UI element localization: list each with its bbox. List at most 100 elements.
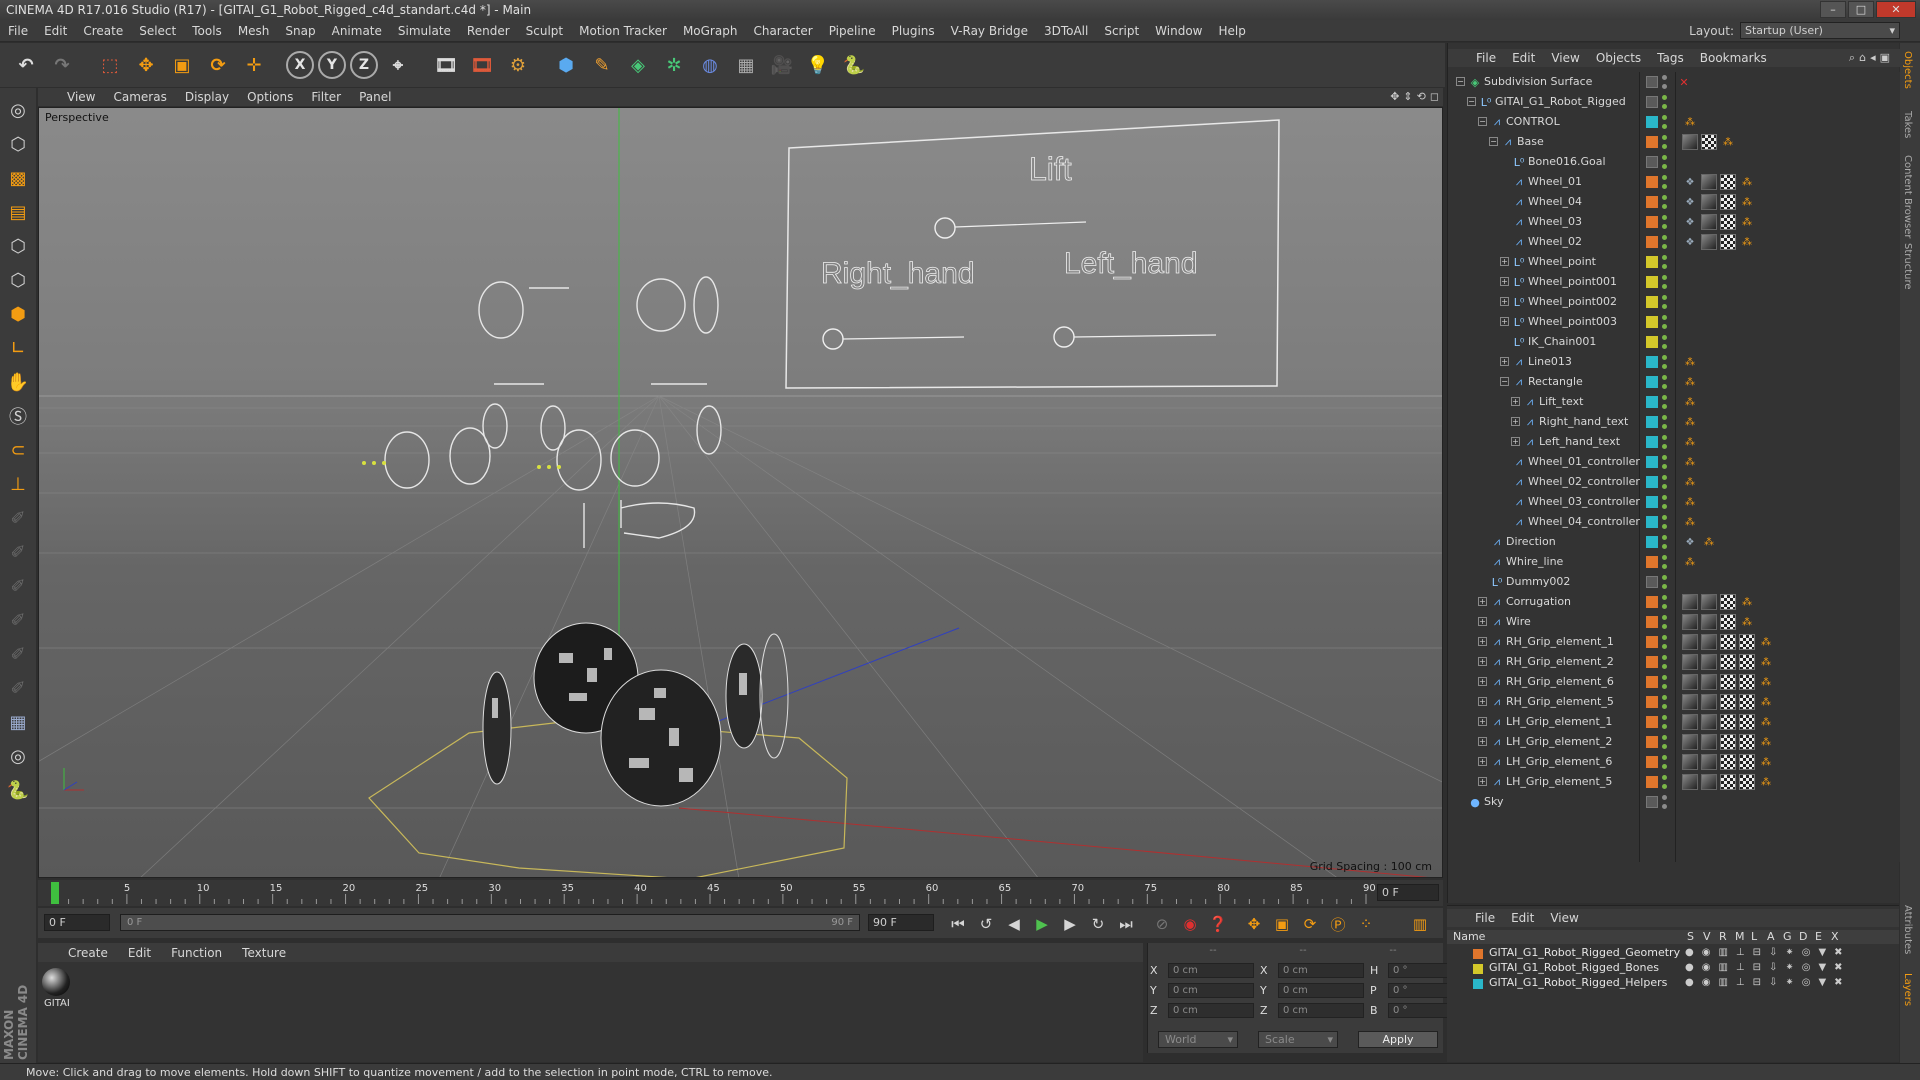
snap-icon[interactable]: Ⓢ [3,400,33,432]
tex-tag-icon[interactable] [1701,654,1717,670]
render-visibility-dot[interactable] [1662,324,1667,329]
tex-tag-icon[interactable] [1701,714,1717,730]
render-view-icon[interactable]: 🎞 [430,49,462,81]
layer-color-swatch[interactable] [1646,476,1658,488]
tex-tag-icon[interactable] [1682,694,1698,710]
editor-visibility-dot[interactable] [1662,635,1667,640]
world-coords-icon[interactable]: ⌖ [382,49,414,81]
joint-tag-icon[interactable]: ⁂ [1758,694,1774,710]
layer-column-g[interactable]: G [1783,930,1792,943]
visibility-dots[interactable] [1662,195,1668,209]
vray-tag-icon[interactable]: ❖ [1682,234,1698,250]
layer-column-m[interactable]: M [1735,930,1745,943]
visibility-dots[interactable] [1662,775,1668,789]
layer-color-swatch[interactable] [1646,356,1658,368]
checker-tag-icon[interactable] [1720,754,1736,770]
visibility-dots[interactable] [1662,215,1668,229]
editor-visibility-dot[interactable] [1662,715,1667,720]
visibility-dots[interactable] [1662,395,1668,409]
object-menu-file[interactable]: File [1468,51,1504,65]
brush-icon-6[interactable]: ✐ [3,672,33,704]
layer-color-swatch[interactable] [1646,236,1658,248]
render-visibility-dot[interactable] [1662,344,1667,349]
visibility-dots[interactable] [1662,475,1668,489]
checker-tag-icon[interactable] [1720,714,1736,730]
render-visibility-dot[interactable] [1662,504,1667,509]
checker-tag-icon[interactable] [1739,654,1755,670]
render-visibility-dot[interactable] [1662,144,1667,149]
layer-color-swatch[interactable] [1646,616,1658,628]
layer-color-swatch[interactable] [1473,949,1483,959]
texture-mode-icon[interactable]: ▩ [3,162,33,194]
make-editable-icon[interactable]: ◎ [3,94,33,126]
menu-create[interactable]: Create [75,24,131,38]
viewport-menu-filter[interactable]: Filter [302,90,350,104]
object-row[interactable]: + ⩘ Right_hand_text ⁂ [1448,412,1900,432]
tab-takes[interactable]: Takes [1902,111,1913,138]
joint-tag-icon[interactable]: ⁂ [1739,614,1755,630]
render-visibility-dot[interactable] [1662,524,1667,529]
tex-tag-icon[interactable] [1682,774,1698,790]
layer-column-v[interactable]: V [1703,930,1711,943]
layer-column-x[interactable]: X [1831,930,1839,943]
layer-color-swatch[interactable] [1646,116,1658,128]
layer-row[interactable]: GITAI_G1_Robot_Rigged_Bones ●◉▥⊥⊟⇩⁕◎▼✖ [1447,961,1899,976]
maximize-button[interactable]: □ [1848,1,1874,18]
key-rotation-icon[interactable]: ⟳ [1298,913,1322,935]
viewport-menu-view[interactable]: View [58,90,104,104]
record-keys-icon[interactable]: ⊘ [1150,913,1174,935]
layer-color-swatch[interactable] [1646,516,1658,528]
editor-visibility-dot[interactable] [1662,455,1667,460]
editor-visibility-dot[interactable] [1662,235,1667,240]
layer-color-swatch[interactable] [1646,696,1658,708]
robot-model[interactable] [368,622,848,878]
collapse-icon[interactable]: − [1456,77,1465,86]
previous-key-icon[interactable]: ↺ [974,913,998,935]
play-icon[interactable]: ▶ [1030,913,1054,935]
joint-tag-icon[interactable]: ⁂ [1739,194,1755,210]
layout-dropdown[interactable]: Startup (User) ▾ [1740,22,1900,39]
tex-tag-icon[interactable] [1682,614,1698,630]
checker-tag-icon[interactable] [1720,654,1736,670]
object-row[interactable]: + ⩘ RH_Grip_element_1 ⁂ [1448,632,1900,652]
menu-3dtoall[interactable]: 3DToAll [1036,24,1096,38]
editor-visibility-dot[interactable] [1662,595,1667,600]
pan-icon[interactable]: ✥ [1390,90,1399,103]
back-icon[interactable]: ◂ [1870,51,1880,64]
x-axis-icon[interactable]: X [286,51,314,79]
object-row[interactable]: L⁰ IK_Chain001 [1448,332,1900,352]
layer-column-r[interactable]: R [1719,930,1727,943]
layer-menu-file[interactable]: File [1467,911,1503,925]
tex-tag-icon[interactable] [1701,214,1717,230]
editor-visibility-dot[interactable] [1662,795,1667,800]
editor-visibility-dot[interactable] [1662,535,1667,540]
object-menu-tags[interactable]: Tags [1649,51,1692,65]
checker-tag-icon[interactable] [1739,634,1755,650]
editor-visibility-dot[interactable] [1662,515,1667,520]
start-frame-field[interactable]: 0 F [44,914,110,931]
key-scale-icon[interactable]: ▣ [1270,913,1294,935]
render-visibility-dot[interactable] [1662,544,1667,549]
position-x-field[interactable]: 0 cm [1168,963,1254,978]
visibility-dots[interactable] [1662,755,1668,769]
visibility-dots[interactable] [1662,635,1668,649]
visibility-dots[interactable] [1662,115,1668,129]
menu-plugins[interactable]: Plugins [884,24,943,38]
expand-icon[interactable]: + [1478,757,1487,766]
object-row[interactable]: ⩘ Wheel_03 ❖ ⁂ [1448,212,1900,232]
visibility-dots[interactable] [1662,795,1668,809]
editor-visibility-dot[interactable] [1662,215,1667,220]
render-visibility-dot[interactable] [1662,784,1667,789]
maximize-view-icon[interactable]: ◻ [1430,90,1439,103]
tex-tag-icon[interactable] [1701,174,1717,190]
expand-icon[interactable]: + [1478,657,1487,666]
expand-icon[interactable]: + [1500,357,1509,366]
collapse-icon[interactable]: − [1500,377,1509,386]
menu-sculpt[interactable]: Sculpt [518,24,571,38]
expand-icon[interactable]: + [1478,597,1487,606]
edit-render-settings-icon[interactable]: ⚙ [502,49,534,81]
rotate-icon[interactable]: ⟳ [202,49,234,81]
render-visibility-dot[interactable] [1662,244,1667,249]
joint-tag-icon[interactable]: ⁂ [1682,454,1698,470]
layer-menu-view[interactable]: View [1542,911,1586,925]
